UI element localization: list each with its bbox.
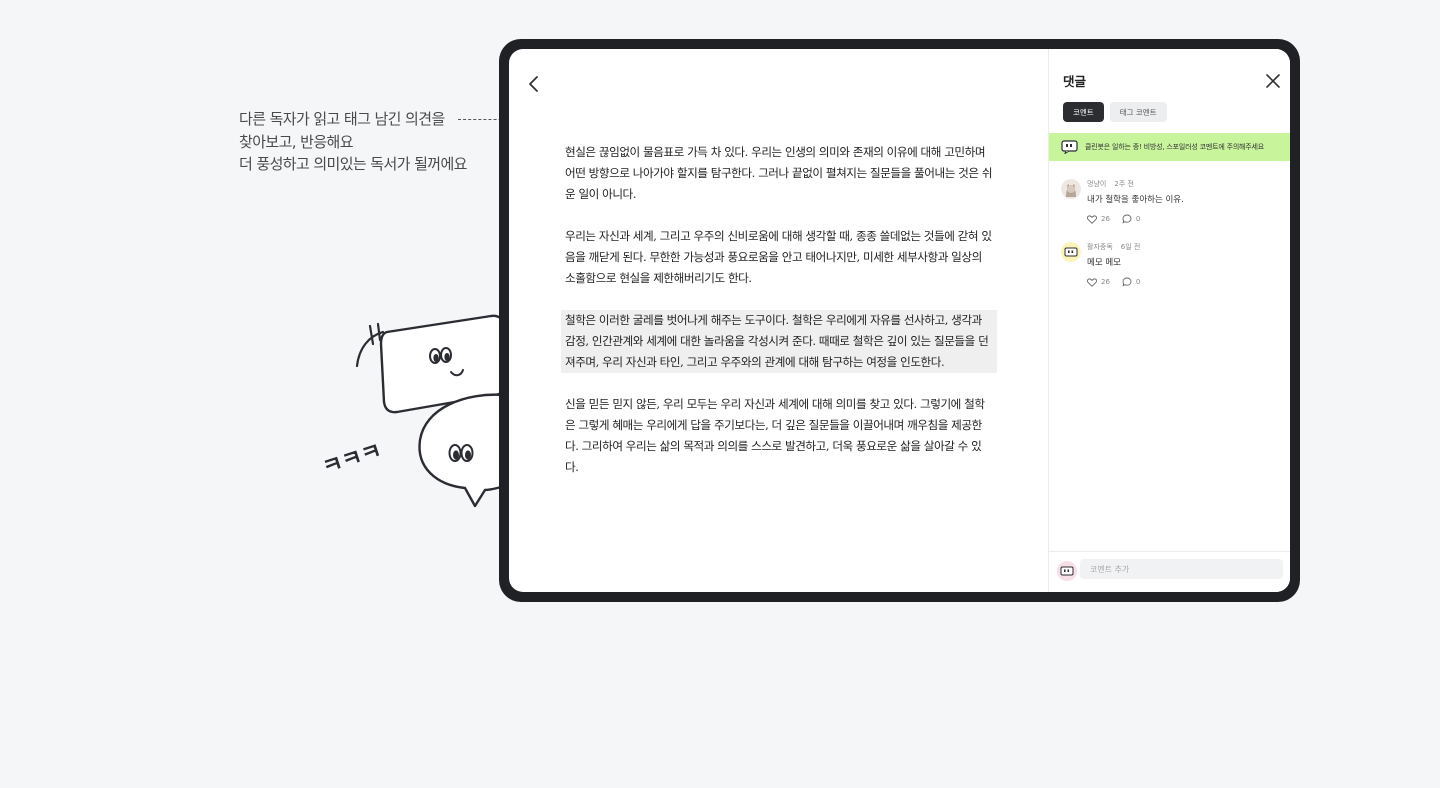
comment-input[interactable] [1080,559,1283,579]
back-button[interactable] [519,69,549,99]
comment-item: 활자중독 6일 전 메모 메모 26 0 [1061,242,1281,292]
caption-line-1: 다른 독자가 읽고 태그 남긴 의견을 [239,110,445,128]
comment-meta: 멍냥이 2주 전 [1087,179,1134,189]
like-button[interactable]: 26 [1087,214,1110,224]
caption-line-2: 찾아보고, 반응해요 [239,132,354,151]
comment-text: 메모 메모 [1087,258,1121,268]
comment-time: 2주 전 [1114,180,1134,188]
caption-line-3: 더 풍성하고 의미있는 독서가 될꺼에요 [239,155,467,173]
like-count: 26 [1101,215,1110,223]
reply-button[interactable]: 0 [1122,214,1140,224]
article-body: 현실은 끊임없이 물음표로 가득 차 있다. 우리는 인생의 의미와 존재의 이… [561,142,997,499]
chevron-left-icon [529,76,538,92]
close-button[interactable] [1263,71,1283,91]
notice-text: 클린봇은 일하는 중! 비방성, 스포일러성 코멘트에 주의해주세요 [1085,143,1265,151]
comment-actions: 26 0 [1087,214,1140,224]
reply-button[interactable]: 0 [1122,277,1140,287]
article-paragraph[interactable]: 우리는 자신과 세계, 그리고 우주의 신비로움에 대해 생각할 때, 종종 쓸… [561,226,997,289]
article-paragraph[interactable]: 현실은 끊임없이 물음표로 가득 차 있다. 우리는 인생의 의미와 존재의 이… [561,142,997,205]
mascot-laugh-text: ㅋㅋㅋ [320,439,385,482]
tablet-frame: 현실은 끊임없이 물음표로 가득 차 있다. 우리는 인생의 의미와 존재의 이… [499,39,1300,602]
like-button[interactable]: 26 [1087,277,1110,287]
mascot-illustration: ㅋㅋㅋ [320,314,509,508]
cat-avatar[interactable] [1061,179,1081,199]
comments-panel: 댓글 코멘트 태그 코멘트 클린봇은 일하는 중! 비방성, 스포일러성 코멘트… [1048,49,1290,592]
heart-icon [1087,214,1097,224]
comment-text: 내가 철학을 좋아하는 이유. [1087,195,1184,205]
comment-time: 6일 전 [1120,243,1141,251]
heart-icon [1087,277,1097,287]
comment-tabs: 코멘트 태그 코멘트 [1063,102,1167,122]
comments-title: 댓글 [1063,74,1087,89]
close-icon [1266,74,1280,88]
robot-avatar[interactable] [1061,242,1081,262]
reply-count: 0 [1135,215,1141,223]
comment-actions: 26 0 [1087,277,1140,287]
comment-author[interactable]: 멍냥이 [1087,180,1106,188]
comment-item: 멍냥이 2주 전 내가 철학을 좋아하는 이유. 26 0 [1061,179,1281,229]
reader-view: 현실은 끊임없이 물음표로 가득 차 있다. 우리는 인생의 의미와 존재의 이… [509,49,1048,592]
comment-meta: 활자중독 6일 전 [1087,242,1140,252]
like-count: 26 [1101,278,1110,286]
comment-author[interactable]: 활자중독 [1087,243,1113,251]
comment-input-bar [1049,551,1290,592]
speech-bubble-icon [1122,277,1132,287]
tab-comments[interactable]: 코멘트 [1063,102,1104,122]
bot-icon [1061,140,1078,154]
speech-bubble-icon [1122,214,1132,224]
article-paragraph[interactable]: 신을 믿든 믿지 않든, 우리 모두는 우리 자신과 세계에 대해 의미를 찾고… [561,394,997,478]
cleanbot-notice: 클린봇은 일하는 중! 비방성, 스포일러성 코멘트에 주의해주세요 [1049,133,1290,161]
highlighted-paragraph[interactable]: 철학은 이러한 굴레를 벗어나게 해주는 도구이다. 철학은 우리에게 자유를 … [561,310,997,373]
feature-caption: 다른 독자가 읽고 태그 남긴 의견을 찾아보고, 반응해요 더 풍성하고 의미… [239,108,489,176]
reply-count: 0 [1135,278,1141,286]
tab-tag-comments[interactable]: 태그 코멘트 [1109,102,1167,122]
tablet-screen: 현실은 끊임없이 물음표로 가득 차 있다. 우리는 인생의 의미와 존재의 이… [509,49,1290,592]
user-avatar [1057,561,1077,581]
